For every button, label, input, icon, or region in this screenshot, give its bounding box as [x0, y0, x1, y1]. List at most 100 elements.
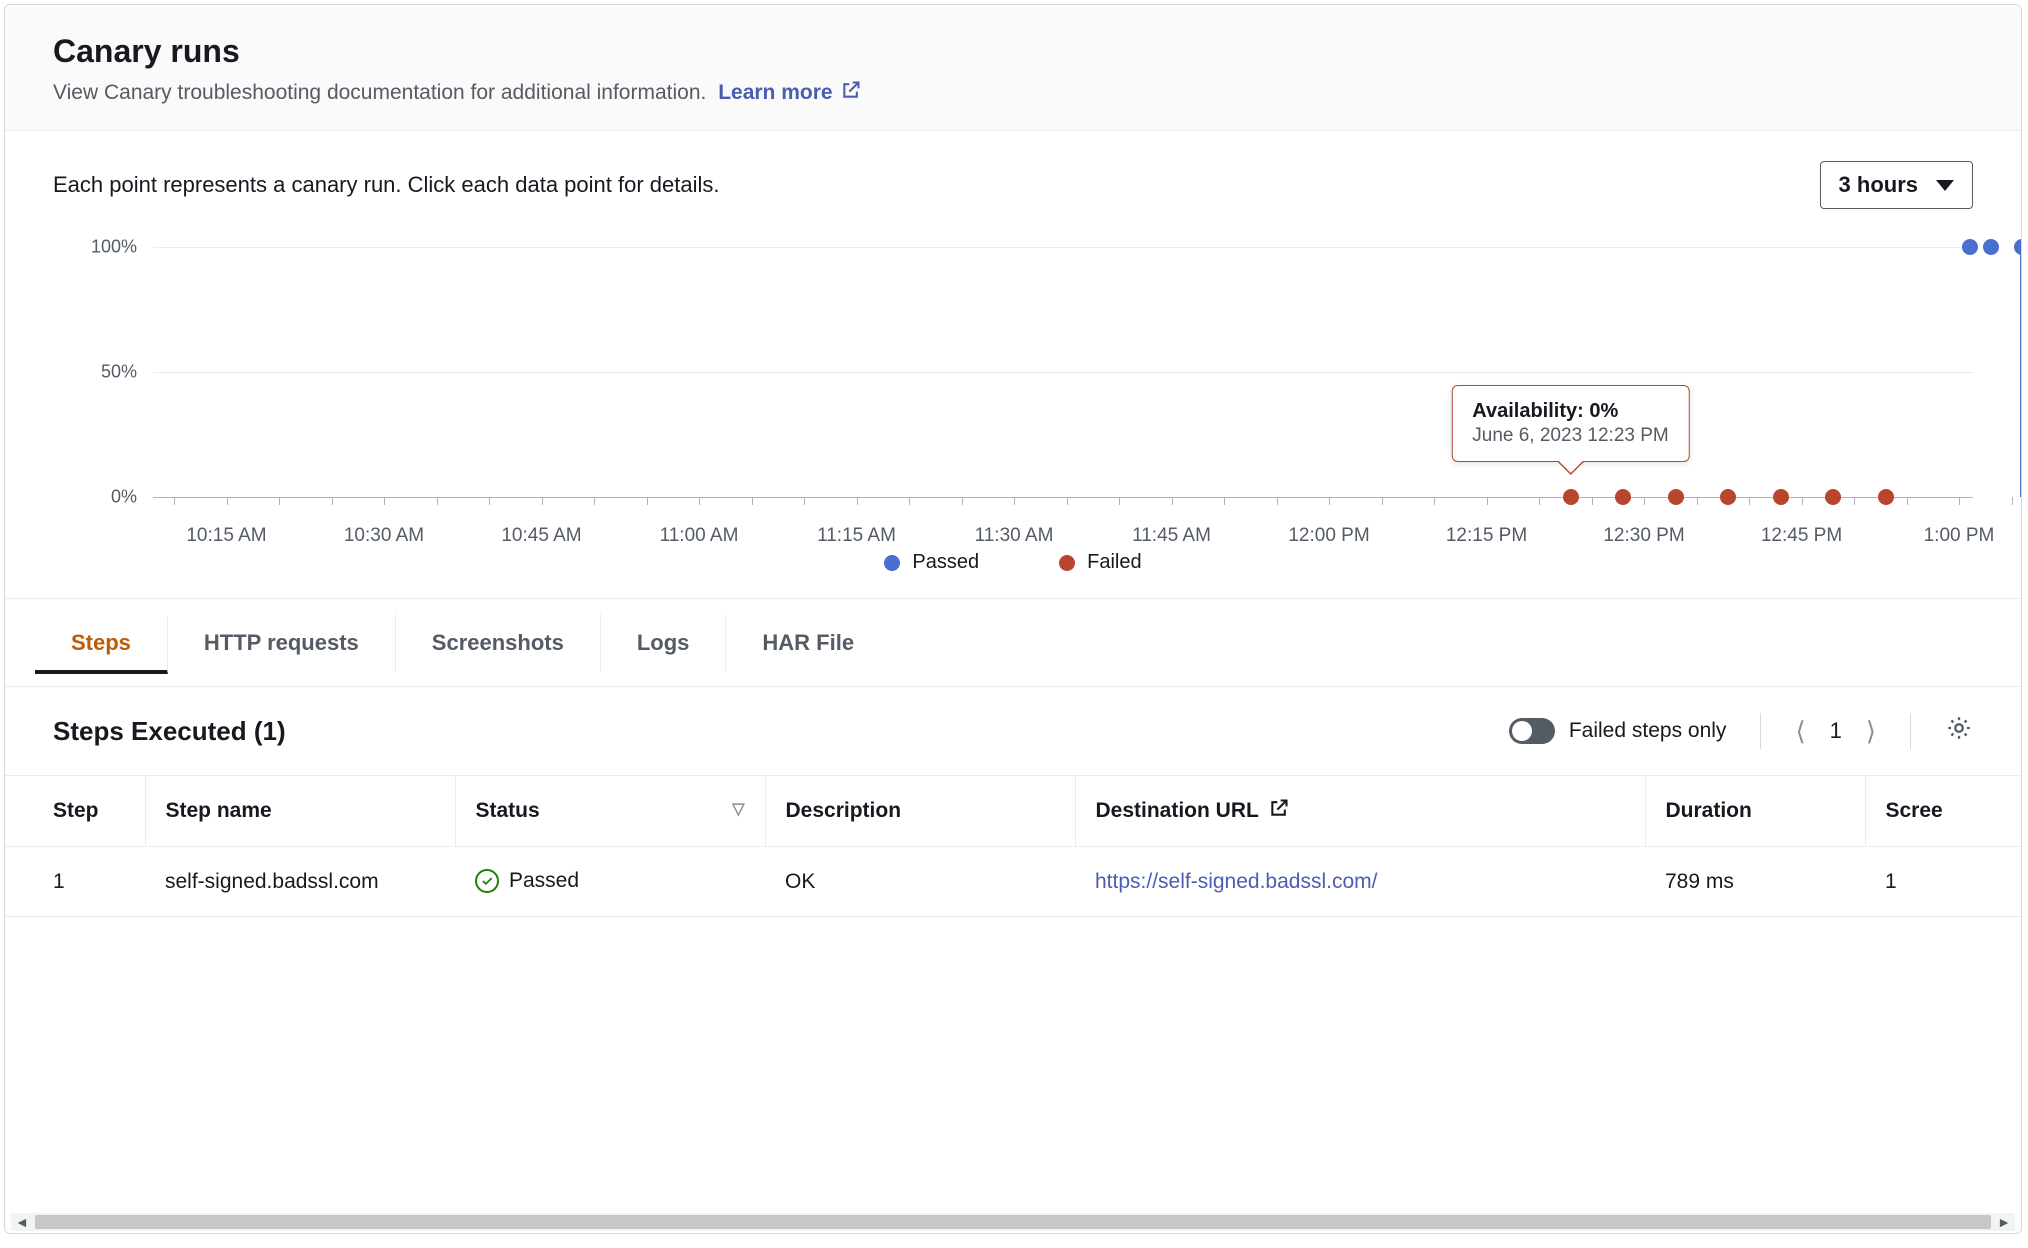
- x-minor-tick: [1382, 497, 1383, 505]
- steps-table: Step Step name Status ▽ Description Dest…: [5, 775, 2021, 917]
- x-minor-tick: [1224, 497, 1225, 505]
- col-status[interactable]: Status ▽: [455, 776, 765, 847]
- legend-dot-passed-icon: [884, 555, 900, 571]
- x-tick-label: 11:00 AM: [660, 525, 739, 547]
- external-link-icon: [1269, 798, 1289, 824]
- legend-failed-label: Failed: [1087, 551, 1141, 574]
- destination-url-link[interactable]: https://self-signed.badssl.com/: [1095, 870, 1377, 893]
- legend-failed: Failed: [1059, 551, 1141, 574]
- time-range-select[interactable]: 3 hours: [1820, 161, 1973, 209]
- data-point-failed[interactable]: [1720, 489, 1736, 505]
- data-point-passed[interactable]: [1983, 239, 1999, 255]
- detail-tabs: StepsHTTP requestsScreenshotsLogsHAR Fil…: [5, 599, 2021, 687]
- x-tick-label: 1:00 PM: [1924, 525, 1995, 547]
- page-title: Canary runs: [53, 33, 1973, 70]
- x-minor-tick: [1749, 497, 1750, 505]
- table-header: Step Step name Status ▽ Description Dest…: [5, 776, 2021, 847]
- x-minor-tick: [1959, 497, 1960, 505]
- col-screenshots[interactable]: Scree: [1865, 776, 2021, 847]
- x-minor-tick: [1592, 497, 1593, 505]
- tab-logs[interactable]: Logs: [601, 614, 727, 672]
- chart-tooltip: Availability: 0%June 6, 2023 12:23 PM: [1451, 385, 1689, 462]
- data-point-failed[interactable]: [1668, 489, 1684, 505]
- x-minor-tick: [279, 497, 280, 505]
- chart-section: Each point represents a canary run. Clic…: [5, 131, 2021, 599]
- cell-step: 1: [5, 847, 145, 917]
- data-point-failed[interactable]: [1563, 489, 1579, 505]
- x-minor-tick: [1854, 497, 1855, 505]
- page-prev-button[interactable]: ⟨: [1795, 716, 1805, 747]
- col-destination-url[interactable]: Destination URL: [1075, 776, 1645, 847]
- chart-canvas[interactable]: 100%50%0%10:15 AM10:30 AM10:45 AM11:00 A…: [53, 227, 1973, 547]
- y-tick-label: 50%: [53, 362, 137, 383]
- x-minor-tick: [174, 497, 175, 505]
- chart-legend: Passed Failed: [53, 551, 1973, 574]
- table-body: 1self-signed.badssl.comPassedOKhttps://s…: [5, 847, 2021, 917]
- tab-http-requests[interactable]: HTTP requests: [168, 614, 396, 672]
- cell-description: OK: [765, 847, 1075, 917]
- data-point-failed[interactable]: [1825, 489, 1841, 505]
- cell-url: https://self-signed.badssl.com/: [1075, 847, 1645, 917]
- x-minor-tick: [384, 497, 385, 505]
- data-point-failed[interactable]: [1615, 489, 1631, 505]
- page-next-button[interactable]: ⟩: [1866, 716, 1876, 747]
- panel-header: Canary runs View Canary troubleshooting …: [5, 5, 2021, 131]
- cell-duration: 789 ms: [1645, 847, 1865, 917]
- x-minor-tick: [909, 497, 910, 505]
- selection-bar: [2020, 247, 2022, 497]
- x-minor-tick: [542, 497, 543, 505]
- failed-only-toggle[interactable]: [1509, 718, 1555, 744]
- table-settings-button[interactable]: [1945, 714, 1973, 748]
- cell-screenshots: 1: [1865, 847, 2021, 917]
- x-minor-tick: [2012, 497, 2013, 505]
- x-tick-label: 11:45 AM: [1132, 525, 1211, 547]
- x-tick-label: 12:45 PM: [1761, 525, 1842, 547]
- data-point-passed[interactable]: [2014, 239, 2022, 255]
- pagination: ⟨ 1 ⟩: [1795, 716, 1876, 747]
- x-tick-label: 10:30 AM: [344, 525, 424, 547]
- x-minor-tick: [1434, 497, 1435, 505]
- status-passed-icon: [475, 869, 499, 893]
- x-minor-tick: [962, 497, 963, 505]
- learn-more-link[interactable]: Learn more: [718, 80, 860, 106]
- x-minor-tick: [1644, 497, 1645, 505]
- chart-hint: Each point represents a canary run. Clic…: [53, 172, 719, 198]
- steps-toolbar: Steps Executed (1) Failed steps only ⟨ 1…: [5, 687, 2021, 775]
- tooltip-title: Availability: 0%: [1472, 400, 1668, 423]
- data-point-passed[interactable]: [1962, 239, 1978, 255]
- tab-screenshots[interactable]: Screenshots: [396, 614, 601, 672]
- tab-har-file[interactable]: HAR File: [726, 614, 890, 672]
- x-minor-tick: [752, 497, 753, 505]
- legend-passed: Passed: [884, 551, 979, 574]
- x-minor-tick: [857, 497, 858, 505]
- page-subtitle: View Canary troubleshooting documentatio…: [53, 80, 1973, 106]
- gridline: [153, 247, 1973, 248]
- canary-runs-panel: Canary runs View Canary troubleshooting …: [4, 4, 2022, 1234]
- cell-step-name: self-signed.badssl.com: [145, 847, 455, 917]
- x-tick-label: 11:30 AM: [975, 525, 1054, 547]
- data-point-failed[interactable]: [1773, 489, 1789, 505]
- x-minor-tick: [1802, 497, 1803, 505]
- col-step[interactable]: Step: [5, 776, 145, 847]
- legend-dot-failed-icon: [1059, 555, 1075, 571]
- x-minor-tick: [1907, 497, 1908, 505]
- x-minor-tick: [1172, 497, 1173, 505]
- data-point-failed[interactable]: [1878, 489, 1894, 505]
- col-description[interactable]: Description: [765, 776, 1075, 847]
- x-tick-label: 12:00 PM: [1288, 525, 1369, 547]
- horizontal-scrollbar[interactable]: ◄ ►: [11, 1213, 2015, 1231]
- x-minor-tick: [1539, 497, 1540, 505]
- gridline: [153, 372, 1973, 373]
- x-minor-tick: [332, 497, 333, 505]
- col-step-name[interactable]: Step name: [145, 776, 455, 847]
- scroll-thumb[interactable]: [35, 1215, 1991, 1229]
- tab-steps[interactable]: Steps: [35, 616, 168, 674]
- learn-more-label: Learn more: [718, 81, 832, 105]
- gridline: [153, 497, 1973, 498]
- tooltip-subtitle: June 6, 2023 12:23 PM: [1472, 425, 1668, 447]
- col-duration[interactable]: Duration: [1645, 776, 1865, 847]
- table-row[interactable]: 1self-signed.badssl.comPassedOKhttps://s…: [5, 847, 2021, 917]
- y-tick-label: 100%: [53, 237, 137, 258]
- x-minor-tick: [1487, 497, 1488, 505]
- scroll-left-icon: ◄: [15, 1214, 29, 1230]
